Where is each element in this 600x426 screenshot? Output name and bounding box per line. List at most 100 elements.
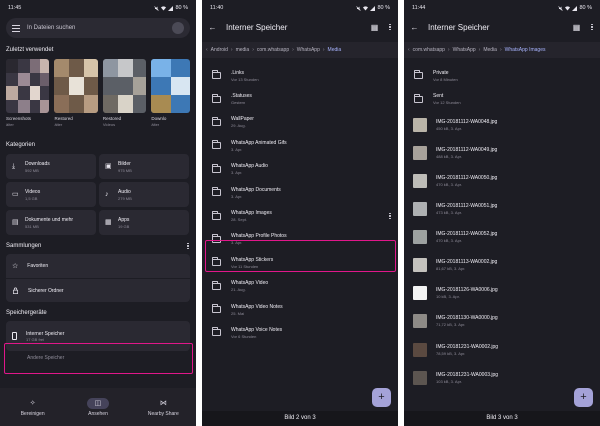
more-options-icon[interactable] [388,212,392,220]
page-title: Interner Speicher [428,22,490,32]
recent-thumb-downloads[interactable] [151,59,190,113]
collection-favorites[interactable]: ☆ Favoriten [6,254,190,278]
chevron-left-icon[interactable]: ‹ [206,47,208,53]
files-home-screen: 11:45 80 % In Dateien suchen Zuletzt ver… [0,0,196,426]
document-icon: ▤ [12,219,19,226]
mute-icon [356,5,362,11]
collections-title: Sammlungen [6,243,42,250]
folder-row[interactable]: WhatsApp Audio 3. Apr. [202,158,398,181]
image-thumbnail [413,117,427,132]
star-icon: ☆ [12,263,19,271]
category-audio[interactable]: ♪ Audio 279 MB [99,182,189,207]
back-arrow-icon[interactable]: ← [208,23,217,32]
file-list: Private Vor 8 Minuten Sent Vor 12 Stunden … [404,64,600,392]
signal-icon [370,5,376,11]
browse-icon: ◫ [86,397,109,409]
file-row[interactable]: IMG-20181112-WA0048.jpg 450 kB, 3. Apr. [404,111,600,139]
more-options-icon[interactable] [388,23,392,31]
avatar[interactable] [172,22,184,34]
breadcrumb-item[interactable]: Media [483,47,497,53]
category-documents[interactable]: ▤ Dokumente und mehr 531 MB [6,210,96,235]
folder-row[interactable]: .Statuses Gestern [202,87,398,110]
folder-row-private[interactable]: Private Vor 8 Minuten [404,64,600,87]
add-button[interactable]: + [372,388,391,407]
app-bar: ← Interner Speicher ▦ [404,16,600,38]
add-button[interactable]: + [574,388,593,407]
clean-icon: ✧ [29,399,36,407]
category-apps[interactable]: ▦ Apps 19 GB [99,210,189,235]
categories-title: Kategorien [6,142,36,148]
chevron-right-icon: › [478,47,481,53]
file-row[interactable]: IMG-20181126-WA0006.jpg 10 kB, 3. Apr. [404,279,600,307]
folder-row[interactable]: WhatsApp Video Notes 25. Mai [202,298,398,321]
nav-clean[interactable]: ✧ Bereinigen [3,398,63,417]
back-arrow-icon[interactable]: ← [410,23,419,32]
collection-safe-folder[interactable]: Sicherer Ordner [6,278,190,302]
file-row[interactable]: IMG-20181112-WA0052.jpg 470 kB, 3. Apr. [404,223,600,251]
chevron-right-icon: › [230,47,233,53]
grid-view-icon[interactable]: ▦ [370,23,379,32]
grid-view-icon[interactable]: ▦ [572,23,581,32]
recent-thumb-restored-2[interactable] [102,59,147,113]
wifi-icon [161,5,167,11]
file-row[interactable]: IMG-20181112-WA0049.jpg 488 kB, 3. Apr. [404,139,600,167]
breadcrumb: ‹ Android › media › com.whatsapp › Whats… [202,42,398,58]
status-time: 11:44 [412,5,426,11]
folder-icon [212,187,221,197]
nav-nearby-share[interactable]: ⋈ Nearby Share [133,398,193,417]
folder-row-sent[interactable]: Sent Vor 12 Stunden [404,87,600,110]
folder-row[interactable]: WhatsApp Voice Notes Vor 6 Stunden [202,321,398,344]
breadcrumb-item[interactable]: com.whatsapp [257,47,289,53]
menu-icon[interactable] [12,24,20,32]
video-icon: ▭ [12,191,19,198]
folder-icon [212,70,221,80]
breadcrumb-item[interactable]: Android [211,47,228,53]
search-bar[interactable]: In Dateien suchen [6,18,190,38]
chevron-right-icon: › [252,47,254,53]
file-row[interactable]: IMG-20181231-WA0002.jpg 78,59 kB, 3. Apr. [404,336,600,364]
folder-list: .Links Vor 13 Stunden .Statuses Gestern Wa… [202,64,398,345]
more-options-icon[interactable] [590,23,594,31]
recent-thumb-screenshots[interactable] [6,59,50,113]
nav-browse[interactable]: ◫ Ansehen [68,397,128,417]
folder-row[interactable]: .Links Vor 13 Stunden [202,64,398,87]
folder-row[interactable]: WhatsApp Documents 3. Apr. [202,181,398,204]
category-images[interactable]: ▣ Bilder 975 MB [99,154,189,179]
breadcrumb-item[interactable]: WhatsApp [453,47,476,53]
file-row[interactable]: IMG-20181112-WA0051.jpg 473 kB, 3. Apr. [404,195,600,223]
folder-icon [212,140,221,150]
search-input[interactable]: In Dateien suchen [27,25,172,31]
page-title: Interner Speicher [226,22,288,32]
image-thumbnail [413,174,427,189]
breadcrumb-item[interactable]: WhatsApp [297,47,320,53]
more-options-icon[interactable] [186,243,190,250]
chevron-left-icon[interactable]: ‹ [408,47,410,53]
category-videos[interactable]: ▭ Videos 1,5 GB [6,182,96,207]
breadcrumb-item[interactable]: com.whatsapp [413,47,445,53]
highlight-whatsapp-images [205,240,396,272]
bottom-navigation: ✧ Bereinigen ◫ Ansehen ⋈ Nearby Share [0,388,196,426]
file-row[interactable]: IMG-20181113-WA0002.jpg 81,67 kB, 3. Apr. [404,251,600,279]
folder-row-whatsapp-images[interactable]: WhatsApp Images 28. Sept. [202,204,398,227]
image-caption: Bild 3 von 3 [404,411,600,426]
file-row[interactable]: IMG-20181112-WA0050.jpg 470 kB, 3. Apr. [404,167,600,195]
chevron-right-icon: › [499,47,502,53]
file-row[interactable]: IMG-20181130-WA0000.jpg 71,72 kB, 3. Apr. [404,307,600,335]
category-downloads[interactable]: ⤓ Downloads 592 MB [6,154,96,179]
image-caption: Bild 2 von 3 [202,411,398,426]
folder-row[interactable]: WhatsApp Animated Gifs 3. Apr. [202,134,398,157]
breadcrumb-current[interactable]: WhatsApp Images [505,47,546,53]
folder-row[interactable]: WallPaper 29. Aug. [202,111,398,134]
wifi-icon [565,5,571,11]
battery-text: 80 % [579,5,592,11]
image-thumbnail [413,258,427,273]
file-row[interactable]: IMG-20181231-WA0003.jpg 103 kB, 3. Apr. [404,364,600,392]
status-bar: 11:44 80 % [404,0,600,16]
folder-row[interactable]: WhatsApp Video 21. Aug. [202,275,398,298]
folder-icon [414,93,423,103]
storage-title: Speichergeräte [6,310,47,317]
folder-icon [414,70,423,80]
breadcrumb-current[interactable]: Media [328,47,342,53]
recent-thumb-restored-1[interactable] [54,59,98,113]
breadcrumb-item[interactable]: media [236,47,250,53]
